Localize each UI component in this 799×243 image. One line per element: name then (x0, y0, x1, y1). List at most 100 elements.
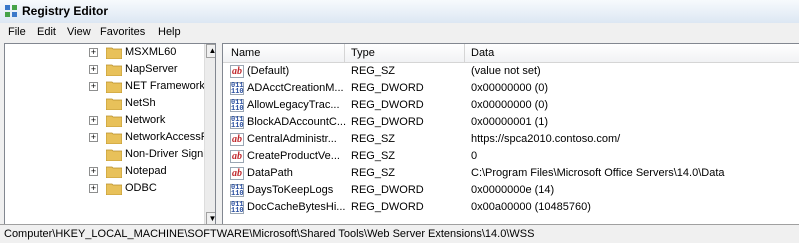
registry-editor-icon (5, 5, 17, 17)
scroll-up-button[interactable]: ▲ (206, 44, 215, 58)
value-type: REG_DWORD (351, 201, 424, 213)
value-name: (Default) (247, 65, 290, 77)
value-name: CreateProductVe... (247, 150, 340, 162)
value-data: C:\Program Files\Microsoft Office Server… (471, 167, 725, 179)
column-header-data[interactable]: Data (471, 47, 494, 59)
menu-help[interactable]: Help (158, 26, 181, 38)
tree-item-label: NET Framework (125, 80, 205, 92)
value-type: REG_DWORD (351, 99, 424, 111)
string-value-icon: ab (230, 65, 244, 78)
column-header-type[interactable]: Type (351, 47, 375, 59)
folder-icon (106, 166, 122, 178)
folder-icon (106, 98, 122, 110)
value-type: REG_SZ (351, 150, 396, 162)
value-data: https://spca2010.contoso.com/ (471, 133, 621, 145)
status-bar: Computer\HKEY_LOCAL_MACHINE\SOFTWARE\Mic… (0, 224, 799, 243)
folder-icon (106, 115, 122, 127)
string-value-icon: ab (230, 150, 244, 163)
value-type: REG_DWORD (351, 184, 424, 196)
tree-item[interactable]: + MSXML60 (5, 44, 205, 61)
table-row[interactable]: ab DataPath REG_SZ C:\Program Files\Micr… (223, 165, 799, 182)
tree-item-label: NetworkAccessP (125, 131, 209, 143)
tree-vertical-scrollbar[interactable]: ▲ ▼ (204, 44, 215, 226)
values-list-pane[interactable]: Name Type Data ab (Default) REG_SZ (valu… (222, 43, 799, 241)
value-data: (value not set) (471, 65, 541, 77)
binary-value-icon: 011 110 (230, 184, 244, 198)
menu-bar: File Edit View Favorites Help (0, 23, 799, 42)
menu-file[interactable]: File (8, 26, 26, 38)
table-row[interactable]: ab (Default) REG_SZ (value not set) (223, 63, 799, 80)
key-tree-pane[interactable]: + MSXML60 + NapServer + NET Framework Ne… (4, 43, 216, 241)
value-type: REG_SZ (351, 133, 396, 145)
expand-toggle[interactable]: + (89, 133, 98, 142)
window-title: Registry Editor (22, 4, 109, 18)
string-value-icon: ab (230, 167, 244, 180)
value-name: BlockADAccountC... (247, 116, 347, 128)
tree-item[interactable]: Non-Driver Signi (5, 146, 206, 163)
title-bar: Registry Editor (0, 0, 799, 24)
value-data: 0 (471, 150, 478, 162)
tree-item[interactable]: + Notepad (5, 163, 205, 180)
expand-toggle[interactable]: + (89, 82, 98, 91)
table-row[interactable]: 011 110 DaysToKeepLogs REG_DWORD 0x000000… (223, 182, 799, 199)
menu-view[interactable]: View (67, 26, 91, 38)
value-name: DataPath (247, 167, 293, 179)
folder-icon (106, 132, 122, 144)
value-data: 0x00000000 (0) (471, 82, 549, 94)
tree-item[interactable]: + NetworkAccessP (5, 129, 209, 146)
folder-icon (106, 149, 122, 161)
tree-item[interactable]: + Network (5, 112, 205, 129)
value-data: 0x00000000 (0) (471, 99, 549, 111)
folder-icon (106, 183, 122, 195)
value-type: REG_SZ (351, 65, 396, 77)
tree-item-label: MSXML60 (125, 46, 177, 58)
column-divider[interactable] (344, 44, 345, 62)
tree-item[interactable]: NetSh (5, 95, 205, 112)
binary-value-icon: 011 110 (230, 82, 244, 96)
value-name: ADAcctCreationM... (247, 82, 344, 94)
value-data: 0x0000000e (14) (471, 184, 555, 196)
expand-toggle[interactable]: + (89, 184, 98, 193)
expand-toggle[interactable]: + (89, 116, 98, 125)
binary-value-icon: 011 110 (230, 99, 244, 113)
tree-item-label: NetSh (125, 97, 156, 109)
menu-edit[interactable]: Edit (37, 26, 56, 38)
folder-icon (106, 64, 122, 76)
value-type: REG_SZ (351, 167, 396, 179)
column-divider[interactable] (464, 44, 465, 62)
binary-value-icon: 011 110 (230, 116, 244, 130)
table-row[interactable]: 011 110 AllowLegacyTrac... REG_DWORD 0x00… (223, 97, 799, 114)
table-row[interactable]: ab CreateProductVe... REG_SZ 0 (223, 148, 799, 165)
tree-item[interactable]: + NET Framework (5, 78, 205, 95)
value-data: 0x00a00000 (10485760) (471, 201, 591, 213)
list-header: Name Type Data (223, 44, 799, 63)
folder-icon (106, 81, 122, 93)
value-type: REG_DWORD (351, 82, 424, 94)
table-row[interactable]: ab CentralAdministr... REG_SZ https://sp… (223, 131, 799, 148)
expand-toggle[interactable]: + (89, 167, 98, 176)
column-header-name[interactable]: Name (231, 47, 260, 59)
tree-item[interactable]: + ODBC (5, 180, 205, 197)
table-row[interactable]: 011 110 BlockADAccountC... REG_DWORD 0x00… (223, 114, 799, 131)
value-data: 0x00000001 (1) (471, 116, 549, 128)
tree-item-label: Network (125, 114, 166, 126)
value-name: AllowLegacyTrac... (247, 99, 340, 111)
binary-value-icon: 011 110 (230, 201, 244, 215)
tree-item-label: Notepad (125, 165, 167, 177)
string-value-icon: ab (230, 133, 244, 146)
tree-item[interactable]: + NapServer (5, 61, 205, 78)
folder-icon (106, 47, 122, 59)
value-name: CentralAdministr... (247, 133, 337, 145)
menu-favorites[interactable]: Favorites (100, 26, 145, 38)
tree-item-label: ODBC (125, 182, 157, 194)
expand-toggle[interactable]: + (89, 48, 98, 57)
current-key-path: Computer\HKEY_LOCAL_MACHINE\SOFTWARE\Mic… (4, 228, 535, 240)
expand-toggle[interactable]: + (89, 65, 98, 74)
tree-item-label: Non-Driver Signi (125, 148, 206, 160)
value-type: REG_DWORD (351, 116, 424, 128)
value-name: DaysToKeepLogs (247, 184, 334, 196)
value-name: DocCacheBytesHi... (247, 201, 346, 213)
table-row[interactable]: 011 110 DocCacheBytesHi... REG_DWORD 0x00… (223, 199, 799, 216)
table-row[interactable]: 011 110 ADAcctCreationM... REG_DWORD 0x00… (223, 80, 799, 97)
tree-item-label: NapServer (125, 63, 178, 75)
